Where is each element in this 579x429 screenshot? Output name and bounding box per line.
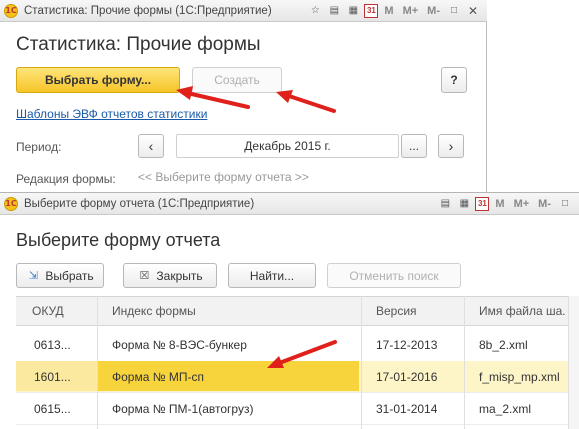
column-header-okud[interactable]: ОКУД xyxy=(32,304,64,318)
form-revision-label: Редакция формы: xyxy=(16,172,116,186)
window1-title: Статистика: Прочие формы (1С:Предприятие… xyxy=(24,4,272,17)
period-next-button[interactable]: › xyxy=(438,134,464,158)
close-x-icon: ☒ xyxy=(139,270,150,282)
statistics-window: 1С Статистика: Прочие формы (1С:Предприя… xyxy=(0,0,487,196)
row2-form-index: Форма № МП-сп xyxy=(112,370,205,384)
column-divider xyxy=(97,296,98,429)
copy-icon[interactable]: ▤ xyxy=(437,196,453,212)
copy-icon[interactable]: ▤ xyxy=(326,3,342,19)
calendar-icon[interactable]: 31 xyxy=(475,196,490,211)
memory-m-button[interactable]: M xyxy=(492,198,507,210)
memory-m-plus-button[interactable]: M+ xyxy=(400,5,422,17)
row1-version: 17-12-2013 xyxy=(376,338,438,352)
window1-titlebar: 1С Статистика: Прочие формы (1С:Предприя… xyxy=(0,0,487,22)
column-header-form-index[interactable]: Индекс формы xyxy=(112,304,196,318)
select-form-button[interactable]: Выбрать форму... xyxy=(16,67,180,93)
close-icon[interactable]: ✕ xyxy=(465,3,481,19)
page-title: Статистика: Прочие формы xyxy=(16,34,261,55)
row1-template-file: 8b_2.xml xyxy=(479,338,528,352)
1c-logo-icon: 1С xyxy=(4,3,18,18)
column-header-version[interactable]: Версия xyxy=(376,304,417,318)
calculator-icon[interactable]: ▦ xyxy=(456,196,472,212)
form-revision-hint: << Выберите форму отчета >> xyxy=(138,170,309,184)
row2-version: 17-01-2016 xyxy=(376,370,438,384)
close-button-label: Закрыть xyxy=(156,268,203,283)
memory-m-button[interactable]: M xyxy=(381,5,396,17)
select-button-label: Выбрать xyxy=(45,268,94,283)
minimize-icon[interactable]: □ xyxy=(557,196,573,212)
row2-okud: 1601... xyxy=(34,370,71,384)
select-arrow-icon: ⇲ xyxy=(28,270,38,282)
period-field[interactable]: Декабрь 2015 г. xyxy=(176,134,399,158)
row3-version: 31-01-2014 xyxy=(376,402,438,416)
window2-titlebar: 1С Выберите форму отчета (1С:Предприятие… xyxy=(0,193,579,215)
calculator-icon[interactable]: ▦ xyxy=(345,3,361,19)
table-scrollbar[interactable] xyxy=(568,296,579,429)
column-divider xyxy=(464,296,465,429)
cancel-search-button[interactable]: Отменить поиск xyxy=(327,263,461,288)
memory-m-plus-button[interactable]: M+ xyxy=(511,198,533,210)
column-divider xyxy=(361,296,362,429)
1c-logo-icon: 1С xyxy=(4,196,18,211)
row2-template-file: f_misp_mp.xml xyxy=(479,370,560,384)
dialog-title: Выберите форму отчета xyxy=(16,230,221,250)
row1-form-index: Форма № 8-ВЭС-бункер xyxy=(112,338,247,352)
row3-form-index: Форма № ПМ-1(автогруз) xyxy=(112,402,254,416)
find-button[interactable]: Найти... xyxy=(228,263,316,288)
memory-m-minus-button[interactable]: M- xyxy=(424,5,443,17)
window2-title: Выберите форму отчета (1С:Предприятие) xyxy=(24,197,255,210)
create-button[interactable]: Создать xyxy=(192,67,282,93)
help-button[interactable]: ? xyxy=(441,67,467,93)
close-button[interactable]: ☒ Закрыть xyxy=(123,263,217,288)
row1-okud: 0613... xyxy=(34,338,71,352)
row3-okud: 0615... xyxy=(34,402,71,416)
period-select-button[interactable]: ... xyxy=(401,134,427,158)
row3-template-file: ma_2.xml xyxy=(479,402,532,416)
calendar-icon[interactable]: 31 xyxy=(364,3,379,18)
minimize-icon[interactable]: □ xyxy=(446,3,462,19)
memory-m-minus-button[interactable]: M- xyxy=(535,198,554,210)
star-icon[interactable]: ☆ xyxy=(307,3,323,19)
column-header-template-file[interactable]: Имя файла ша... xyxy=(479,304,565,318)
period-prev-button[interactable]: ‹ xyxy=(138,134,164,158)
period-label: Период: xyxy=(16,140,62,154)
templates-link[interactable]: Шаблоны ЭВФ отчетов статистики xyxy=(16,107,207,121)
select-button[interactable]: ⇲ Выбрать xyxy=(16,263,104,288)
